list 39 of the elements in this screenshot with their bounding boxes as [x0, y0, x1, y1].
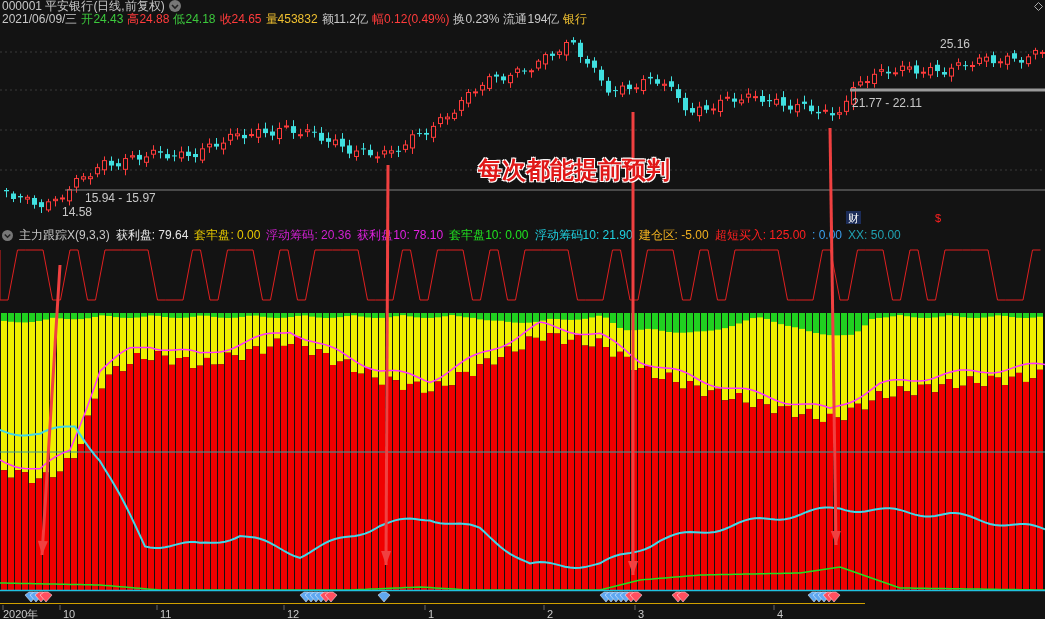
axis-label: 1: [428, 608, 435, 619]
diamond-signal-icon: [671, 591, 690, 603]
indicator-title: 主力跟踪X(9,3,3): [19, 226, 110, 244]
axis-label: 2: [547, 608, 554, 619]
quote-field: 量453832: [265, 10, 318, 28]
collapse-icon[interactable]: [2, 229, 13, 241]
quote-field: 银行: [563, 10, 588, 28]
indicator-value: 超短买入: 125.00: [714, 226, 806, 244]
price-label: 15.94 - 15.97: [85, 191, 156, 205]
diamond-signal-icon: [599, 591, 643, 603]
diamond-icon[interactable]: [1034, 1, 1043, 11]
axis-label: 10: [63, 608, 76, 619]
price-label: 14.58: [62, 205, 93, 219]
indicator-value: 建仓区: -5.00: [638, 226, 709, 244]
indicator-value: 套牢盘: 0.00: [194, 226, 261, 244]
axis-label: 4: [777, 608, 784, 619]
diamond-signal-icon: [807, 591, 841, 603]
indicator-value: 浮动筹码: 20.36: [266, 226, 352, 244]
diamond-signal-icon: [299, 591, 338, 603]
quote-field: 幅0.12(0.49%): [372, 10, 450, 28]
quote-field: 低24.18: [173, 10, 216, 28]
quote-field: 收24.65: [219, 10, 262, 28]
event-marker[interactable]: $: [935, 212, 942, 224]
diamond-signal-icon: [377, 591, 391, 603]
indicator-value: 获利盘: 79.64: [115, 226, 189, 244]
event-marker[interactable]: 财: [848, 212, 859, 224]
price-label: 25.16: [940, 37, 971, 51]
indicator-value: XX: 50.00: [848, 228, 901, 242]
indicator-value: 套牢盘10: 0.00: [449, 226, 529, 244]
diamond-signal-icon: [24, 591, 53, 603]
quote-field: 换0.23%: [453, 10, 500, 28]
axis-label: 2020年: [3, 608, 39, 619]
axis-label: 11: [160, 608, 172, 619]
axis-label: 12: [287, 608, 300, 619]
indicator-value: 浮动筹码10: 21.90: [534, 226, 633, 244]
axis-label: 3: [638, 608, 645, 619]
quote-field: 额11.2亿: [321, 10, 369, 28]
quote-field: 流通194亿: [503, 10, 560, 28]
dropdown-icon[interactable]: [168, 0, 181, 12]
